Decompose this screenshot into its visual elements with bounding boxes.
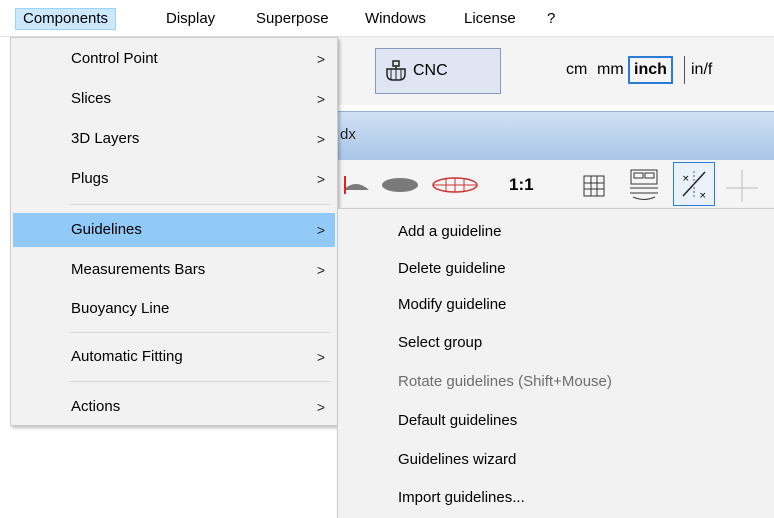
menu-item-label: Slices — [71, 90, 112, 107]
menu-item-label: Import guidelines... — [398, 489, 525, 506]
menu-separator — [69, 332, 331, 333]
menu-item-label: Guidelines — [71, 221, 142, 238]
axis-icon[interactable] — [722, 168, 762, 204]
submenu-arrow-icon: > — [316, 51, 325, 67]
ratio-button[interactable]: 1:1 — [509, 175, 534, 195]
menu-item-3d-layers[interactable]: 3D Layers > — [13, 122, 335, 156]
menu-item-import-guidelines[interactable]: Import guidelines... — [340, 481, 772, 515]
unit-in-f[interactable]: in/f — [688, 56, 715, 84]
menu-item-label: Delete guideline — [398, 260, 506, 277]
menu-bar: Components Display Superpose Windows Lic… — [0, 0, 774, 37]
guideline-icon: × × — [682, 171, 707, 201]
menu-superpose[interactable]: Superpose — [249, 8, 336, 30]
menu-item-label: Plugs — [71, 170, 109, 187]
menu-item-control-point[interactable]: Control Point > — [13, 42, 335, 76]
menu-help[interactable]: ? — [540, 8, 562, 30]
submenu-arrow-icon: > — [316, 91, 325, 107]
menu-item-label: Rotate guidelines (Shift+Mouse) — [398, 373, 612, 390]
panel-header — [338, 111, 774, 161]
menu-item-add-guideline[interactable]: Add a guideline — [340, 215, 772, 249]
menu-item-label: Modify guideline — [398, 296, 507, 313]
menu-separator — [69, 204, 331, 205]
menu-item-measurements-bars[interactable]: Measurements Bars > — [13, 253, 335, 287]
menu-separator — [69, 381, 331, 382]
guidelines-toggle-button[interactable]: × × — [673, 162, 715, 206]
submenu-arrow-icon: > — [316, 349, 325, 365]
layout-icon[interactable] — [627, 168, 661, 202]
grid-icon[interactable] — [583, 175, 605, 197]
menu-item-actions[interactable]: Actions > — [13, 390, 335, 424]
menu-item-select-group[interactable]: Select group — [340, 326, 772, 360]
menu-display[interactable]: Display — [159, 8, 222, 30]
board-side-icon[interactable] — [380, 174, 420, 196]
submenu-arrow-icon: > — [316, 399, 325, 415]
menu-item-label: Guidelines wizard — [398, 451, 517, 468]
menu-item-label: Default guidelines — [398, 412, 518, 429]
menu-windows[interactable]: Windows — [358, 8, 433, 30]
cnc-button-label: CNC — [413, 62, 448, 79]
svg-text:×: × — [682, 174, 690, 184]
menu-item-label: 3D Layers — [71, 130, 140, 147]
menu-item-default-guidelines[interactable]: Default guidelines — [340, 404, 772, 438]
menu-item-label: Select group — [398, 334, 483, 351]
menu-item-guidelines[interactable]: Guidelines > — [13, 213, 335, 247]
menu-item-label: Control Point — [71, 50, 158, 67]
board-slices-icon[interactable] — [430, 176, 480, 194]
menu-item-label: Automatic Fitting — [71, 348, 183, 365]
cnc-button[interactable]: CNC — [375, 48, 501, 94]
submenu-arrow-icon: > — [316, 131, 325, 147]
menu-item-buoyancy-line[interactable]: Buoyancy Line — [13, 292, 335, 326]
menu-item-label: Buoyancy Line — [71, 300, 170, 317]
unit-inch[interactable]: inch — [628, 56, 673, 84]
menu-item-modify-guideline[interactable]: Modify guideline — [340, 288, 772, 322]
components-menu: Control Point > Slices > 3D Layers > Plu… — [10, 37, 338, 426]
panel-header-text: dx — [340, 126, 356, 143]
unit-cm[interactable]: cm — [563, 56, 590, 84]
unit-separator — [684, 56, 685, 84]
guidelines-submenu: Add a guideline Delete guideline Modify … — [337, 208, 774, 518]
menu-item-label: Add a guideline — [398, 223, 502, 240]
menu-item-label: Actions — [71, 398, 121, 415]
unit-mm[interactable]: mm — [594, 56, 627, 84]
menu-item-rotate-guidelines: Rotate guidelines (Shift+Mouse) — [340, 365, 772, 399]
cnc-icon — [386, 60, 406, 81]
menu-item-delete-guideline[interactable]: Delete guideline — [340, 252, 772, 286]
svg-text:×: × — [699, 191, 707, 201]
board-profile-icon[interactable] — [341, 170, 371, 198]
menu-item-plugs[interactable]: Plugs > — [13, 162, 335, 196]
menu-components[interactable]: Components — [15, 8, 117, 30]
menu-item-automatic-fitting[interactable]: Automatic Fitting > — [13, 340, 335, 374]
menu-item-slices[interactable]: Slices > — [13, 82, 335, 116]
submenu-arrow-icon: > — [316, 262, 325, 278]
menu-item-guidelines-wizard[interactable]: Guidelines wizard — [340, 443, 772, 477]
submenu-arrow-icon: > — [316, 171, 325, 187]
submenu-arrow-icon: > — [316, 222, 325, 238]
menu-license[interactable]: License — [457, 8, 523, 30]
menu-item-label: Measurements Bars — [71, 261, 206, 278]
